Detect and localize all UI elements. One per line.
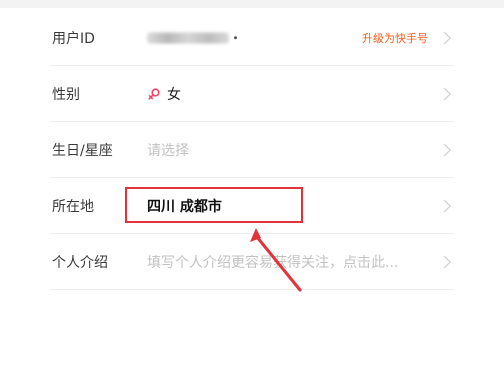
gender-value-text: 女	[167, 87, 181, 103]
birthday-label: 生日/星座	[52, 143, 113, 159]
gender-row[interactable]: 性别 女	[0, 66, 504, 122]
intro-label: 个人介绍	[52, 255, 108, 271]
user-id-label: 用户ID	[52, 31, 95, 47]
chevron-right-icon	[438, 255, 451, 269]
location-highlight-box	[125, 187, 303, 223]
user-id-value-blurred	[147, 32, 229, 44]
location-label: 所在地	[52, 199, 94, 215]
chevron-right-icon	[438, 87, 451, 101]
chevron-right-icon	[438, 31, 451, 45]
user-id-row[interactable]: 用户ID 升级为快手号	[0, 10, 504, 66]
birthday-placeholder: 请选择	[147, 143, 189, 159]
arrow-pointer-icon	[250, 228, 302, 292]
top-strip	[0, 0, 504, 8]
profile-edit-screen: 用户ID 升级为快手号 性别 女 生日/星座 请选择 所在地 四川 成都市 个人…	[0, 0, 504, 375]
upgrade-kuaishou-id-link[interactable]: 升级为快手号	[362, 30, 428, 46]
chevron-right-icon	[438, 199, 451, 213]
user-id-blur-mark	[234, 36, 237, 40]
female-icon	[148, 88, 160, 100]
birthday-row[interactable]: 生日/星座 请选择	[0, 122, 504, 178]
gender-label: 性别	[52, 87, 80, 103]
chevron-right-icon	[438, 143, 451, 157]
gender-value: 女	[147, 84, 181, 104]
